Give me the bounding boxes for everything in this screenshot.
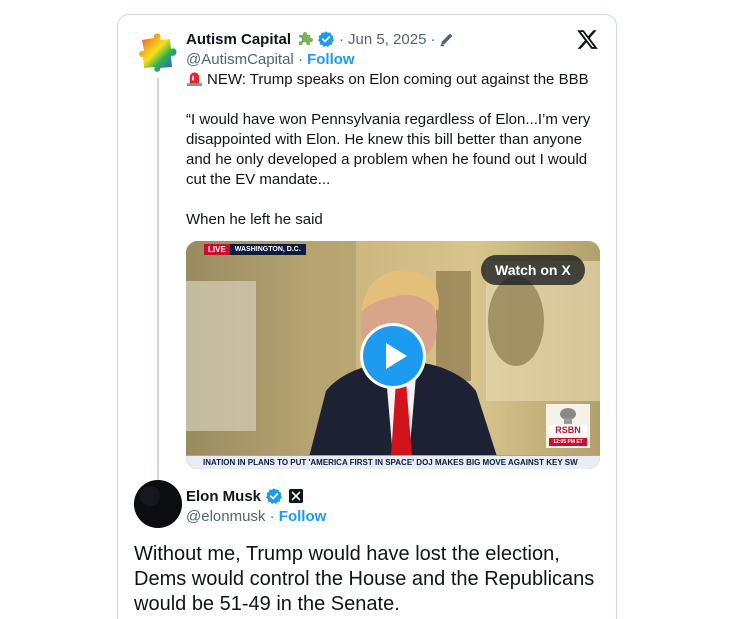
tweet-headline: NEW: Trump speaks on Elon coming out aga… — [186, 70, 601, 90]
handle-separator: · — [297, 51, 303, 68]
reply-handle-row: @elonmusk · Follow — [186, 508, 326, 525]
avatar-image — [134, 480, 182, 528]
follow-button-elon-musk[interactable]: Follow — [279, 508, 327, 525]
tweet-headline-text: NEW: Trump speaks on Elon coming out aga… — [207, 71, 589, 88]
x-logo-icon[interactable] — [576, 28, 599, 51]
tweet-quote-text: “I would have won Pennsylvania regardles… — [186, 111, 591, 188]
reply-tweet-text: Without me, Trump would have lost the el… — [134, 543, 595, 615]
elon-musk-avatar[interactable] — [134, 480, 182, 528]
parent-tweet-header: Autism Capital · Jun 5, 2025 · — [186, 29, 455, 49]
rsbn-time: 12:05 PM ET — [553, 439, 583, 445]
reply-tweet-header: Elon Musk — [186, 486, 304, 506]
puzzle-piece-icon — [299, 32, 314, 45]
parent-author-name[interactable]: Autism Capital — [186, 31, 291, 48]
handle-separator: · — [269, 508, 275, 525]
header-separator: · — [339, 30, 345, 48]
parent-tweet-text: NEW: Trump speaks on Elon coming out aga… — [186, 70, 601, 230]
thread-connector-line — [157, 78, 159, 484]
live-label: LIVE — [204, 244, 230, 255]
parent-handle[interactable]: @AutismCapital — [186, 51, 294, 68]
tweet-last-line: When he left he said — [186, 211, 323, 228]
x-logo-badge-icon — [289, 489, 304, 503]
reply-author-name[interactable]: Elon Musk — [186, 488, 261, 505]
siren-icon — [186, 72, 203, 87]
parent-tweet-date[interactable]: Jun 5, 2025 — [348, 31, 426, 48]
location-label: WASHINGTON, D.C. — [229, 244, 306, 255]
watch-on-x-button[interactable]: Watch on X — [481, 255, 585, 285]
video-player[interactable]: LIVE WASHINGTON, D.C. Watch on X RSBN 12… — [186, 241, 600, 469]
rsbn-watermark: RSBN 12:05 PM ET — [546, 404, 590, 448]
verified-badge-icon — [265, 488, 283, 505]
verified-badge-icon — [317, 31, 335, 48]
ticker-text: INATION IN PLANS TO PUT 'AMERICA FIRST I… — [203, 458, 578, 467]
play-icon — [363, 326, 423, 386]
pencil-icon[interactable] — [439, 31, 455, 47]
autism-capital-avatar[interactable] — [136, 30, 180, 74]
date-separator: · — [430, 30, 436, 48]
parent-handle-row: @AutismCapital · Follow — [186, 51, 355, 68]
play-button[interactable] — [360, 323, 426, 389]
follow-button-autism-capital[interactable]: Follow — [307, 51, 355, 68]
live-badge: LIVE WASHINGTON, D.C. — [204, 244, 306, 255]
rsbn-label: RSBN — [555, 425, 581, 435]
news-ticker: INATION IN PLANS TO PUT 'AMERICA FIRST I… — [186, 455, 600, 469]
reply-handle[interactable]: @elonmusk — [186, 508, 265, 525]
